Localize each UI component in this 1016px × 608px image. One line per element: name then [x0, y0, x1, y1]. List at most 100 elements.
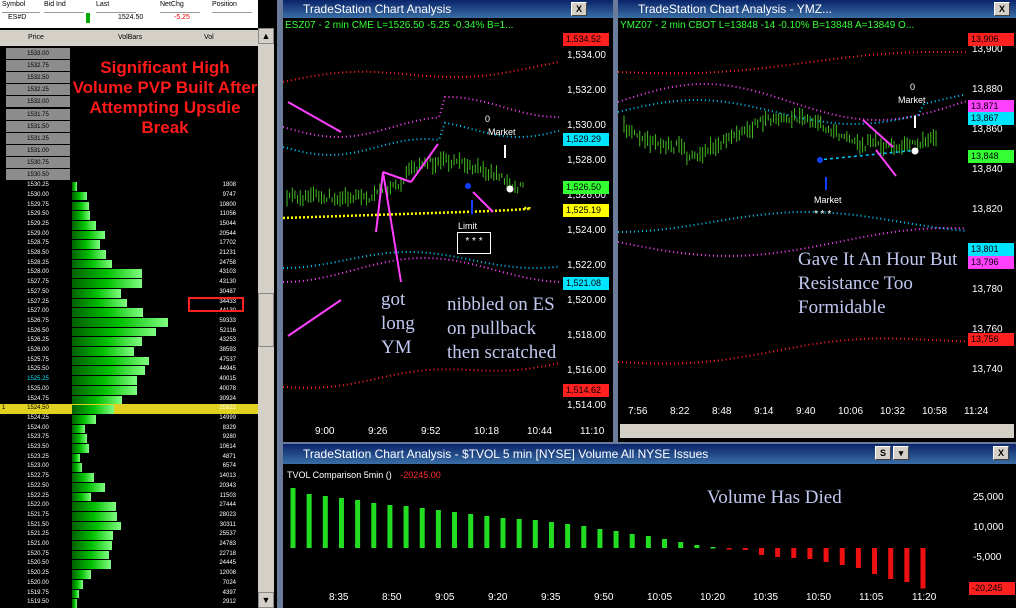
- dom-row[interactable]: 1526.25 43253: [0, 336, 258, 347]
- tvol-bar: [645, 536, 651, 548]
- tvol-bar-chart[interactable]: [283, 464, 1016, 608]
- quote-symbol[interactable]: ES#D: [8, 14, 26, 21]
- dom-row[interactable]: 1523.00 6574: [0, 462, 258, 473]
- es-market-order-label[interactable]: Market: [488, 127, 516, 137]
- dom-volume: 11056: [219, 211, 236, 218]
- time-tick: 10:20: [700, 592, 726, 603]
- dom-row[interactable]: 1527.75 43130: [0, 278, 258, 288]
- dom-row[interactable]: 1526.50 52116: [0, 327, 258, 337]
- dom-row[interactable]: 1521.00 24783: [0, 540, 258, 550]
- price-tick: 1,528.00: [567, 155, 606, 166]
- dom-row[interactable]: 1522.00 27444: [0, 501, 258, 511]
- ym-market-order-label[interactable]: Market: [898, 95, 926, 105]
- es-chart-window: TradeStation Chart Analysis X ESZ07 - 2 …: [283, 0, 613, 442]
- price-tick: 1,534.00: [567, 50, 606, 61]
- tvol-bar: [662, 539, 668, 548]
- scroll-down-button[interactable]: ▼: [258, 592, 274, 608]
- dom-volume: 27444: [219, 502, 236, 509]
- dom-row[interactable]: 1525.00 40078: [0, 385, 258, 395]
- dom-price: 1531.00: [6, 144, 70, 156]
- dom-row[interactable]: 1526.75 59333: [0, 317, 258, 327]
- dom-volume-bar: [72, 482, 105, 492]
- ym-order-count: 0: [910, 82, 916, 92]
- dom-row[interactable]: 1520.25 12008: [0, 569, 258, 579]
- dom-row[interactable]: 1528.50 21231: [0, 249, 258, 259]
- dom-volume-bar: [72, 259, 112, 269]
- es-symbol-line: ESZ07 - 2 min CME L=1526.50 -5.25 -0.34%…: [285, 20, 514, 31]
- dom-row[interactable]: 1523.25 4871: [0, 453, 258, 463]
- tvol-y-tick: 25,000: [973, 492, 1004, 503]
- dom-row[interactable]: 1522.25 11503: [0, 492, 258, 502]
- dom-row[interactable]: 1522.50 20343: [0, 482, 258, 492]
- col-price[interactable]: Price: [28, 34, 44, 41]
- scroll-thumb[interactable]: [258, 293, 274, 347]
- dom-row[interactable]: 1523.50 10614: [0, 443, 258, 453]
- dom-row[interactable]: 1520.50 24445: [0, 559, 258, 570]
- tvol-bar: [355, 500, 361, 548]
- dom-row[interactable]: 1528.25 24758: [0, 259, 258, 269]
- dom-price: 1528.00: [27, 269, 49, 276]
- dom-empty-row[interactable]: 1530.75: [0, 156, 258, 169]
- dom-row[interactable]: 1529.75 10800: [0, 201, 258, 211]
- time-tick: 9:50: [594, 592, 614, 603]
- col-volbars[interactable]: VolBars: [118, 34, 142, 41]
- dom-row[interactable]: 1524.00 8329: [0, 424, 258, 434]
- dom-row[interactable]: 1521.75 28023: [0, 511, 258, 521]
- dom-row[interactable]: 1521.25 25537: [0, 530, 258, 541]
- dom-row[interactable]: 1519.50 2912: [0, 598, 258, 608]
- dom-price: 1531.25: [6, 132, 70, 144]
- dom-row[interactable]: 1528.00 43103: [0, 268, 258, 279]
- dom-volume-bar: [72, 589, 79, 599]
- dom-row[interactable]: 1522.75 14013: [0, 472, 258, 482]
- dom-row[interactable]: 1526.00 38593: [0, 346, 258, 356]
- dom-row[interactable]: 1525.75 47537: [0, 356, 258, 366]
- dom-row[interactable]: 1525.25 40015: [0, 375, 258, 385]
- ym-title-bar[interactable]: TradeStation Chart Analysis - YMZ...: [618, 0, 1016, 18]
- dom-row[interactable]: 1524.75 30924: [0, 395, 258, 405]
- es-band-lower: [283, 257, 560, 283]
- dom-row[interactable]: 1523.75 9280: [0, 433, 258, 444]
- time-tick: 10:06: [838, 406, 864, 417]
- scroll-up-button[interactable]: ▲: [258, 28, 274, 44]
- ym-market-order-label-2[interactable]: Market: [814, 195, 842, 205]
- dom-row[interactable]: 1524.25 14999: [0, 414, 258, 424]
- dom-volume: 24758: [219, 259, 236, 266]
- dom-scrollbar[interactable]: ▲ ▼: [258, 28, 274, 608]
- quote-netchg: -5.25: [174, 14, 190, 21]
- dom-row[interactable]: 1529.50 11056: [0, 210, 258, 220]
- dom-row[interactable]: 1529.00 20544: [0, 230, 258, 240]
- col-vol[interactable]: Vol: [204, 34, 214, 41]
- dom-empty-row[interactable]: 1531.00: [0, 144, 258, 157]
- ym-price-chart[interactable]: [618, 32, 1016, 442]
- dom-row[interactable]: 1525.50 44945: [0, 365, 258, 376]
- time-tick: 10:44: [527, 426, 553, 437]
- tvol-bar: [758, 548, 764, 555]
- dom-row[interactable]: 1521.50 30311: [0, 521, 258, 531]
- dom-price: 1531.50: [6, 120, 70, 132]
- dom-price: 1524.50: [27, 405, 49, 412]
- dom-price: 1529.25: [27, 220, 49, 227]
- dom-price: 1530.50: [6, 169, 70, 181]
- tvol-s-button[interactable]: S: [875, 446, 891, 460]
- dom-empty-row[interactable]: 1530.50: [0, 169, 258, 181]
- dom-row[interactable]: 1519.75 4397: [0, 589, 258, 599]
- dom-price: 1525.75: [27, 356, 49, 363]
- price-flag: 1,526.50: [563, 181, 609, 194]
- dom-row[interactable]: 1529.25 15044: [0, 220, 258, 230]
- es-trendline: [287, 299, 342, 337]
- dom-row[interactable]: 1524.50 1 25922: [0, 404, 258, 414]
- dom-row[interactable]: 1530.00 9747: [0, 191, 258, 201]
- dom-price: 1532.25: [6, 84, 70, 96]
- tvol-bar: [597, 529, 603, 548]
- dom-row[interactable]: 1520.00 7024: [0, 579, 258, 589]
- tvol-dropdown-button[interactable]: ▾: [893, 446, 909, 460]
- es-limit-order-label[interactable]: Limit: [458, 221, 477, 231]
- dom-row[interactable]: 1528.75 17702: [0, 239, 258, 249]
- es-order-stars[interactable]: * * *: [457, 232, 491, 254]
- dom-volume: 40015: [219, 376, 236, 383]
- dom-row[interactable]: 1520.75 22718: [0, 550, 258, 560]
- tvol-bar: [629, 534, 635, 548]
- tvol-close-button[interactable]: X: [993, 446, 1009, 460]
- ym-horizontal-scrollbar[interactable]: [620, 424, 1014, 438]
- dom-row[interactable]: 1530.25 1808: [0, 181, 258, 191]
